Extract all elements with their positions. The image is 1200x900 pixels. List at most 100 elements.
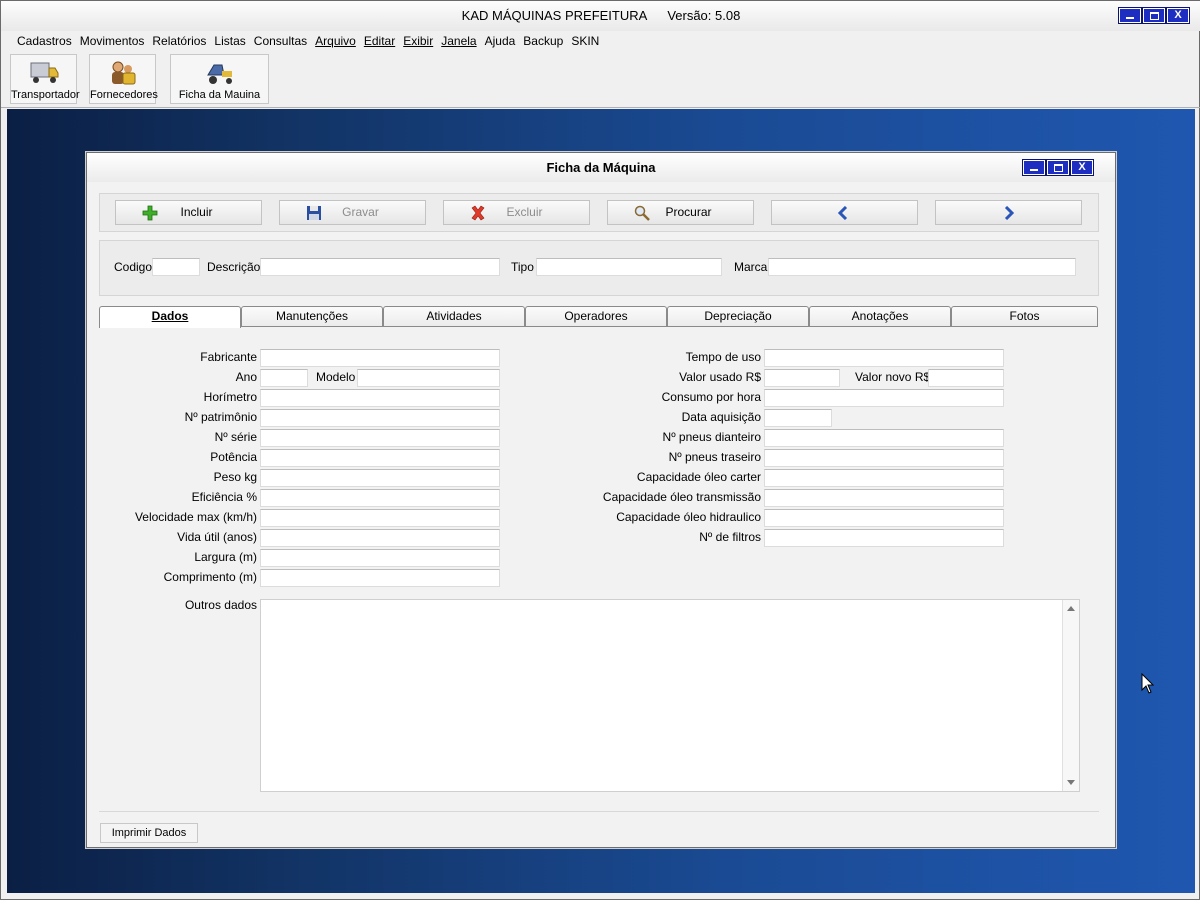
procurar-button[interactable]: Procurar [607, 200, 754, 225]
menu-consultas[interactable]: Consultas [250, 31, 311, 51]
menu-bar: Cadastros Movimentos Relatórios Listas C… [1, 31, 1200, 51]
tempo-uso-label: Tempo de uso [685, 350, 761, 364]
chevron-left-icon [837, 206, 848, 220]
header-fields-panel: Codigo Descrição Tipo Marca [99, 240, 1099, 296]
menu-relatorios[interactable]: Relatórios [148, 31, 210, 51]
tab-operadores[interactable]: Operadores [525, 306, 667, 326]
eficiencia-field[interactable] [260, 489, 500, 507]
valor-usado-label: Valor usado R$ [679, 370, 761, 384]
marca-field[interactable] [768, 258, 1076, 276]
toolbar: Transportador Fornecedores Ficha da Maui… [1, 52, 1200, 108]
maximize-button[interactable] [1142, 7, 1166, 24]
menu-cadastros[interactable]: Cadastros [13, 31, 76, 51]
child-minimize-button[interactable] [1022, 159, 1046, 176]
child-close-button[interactable]: X [1070, 159, 1094, 176]
filtros-field[interactable] [764, 529, 1004, 547]
menu-ajuda[interactable]: Ajuda [481, 31, 520, 51]
fabricante-field[interactable] [260, 349, 500, 367]
textarea-scrollbar[interactable] [1062, 600, 1079, 791]
child-title-bar: Ficha da Máquina X [87, 153, 1115, 182]
horimetro-field[interactable] [260, 389, 500, 407]
next-button[interactable] [935, 200, 1082, 225]
menu-editar[interactable]: Editar [360, 31, 399, 51]
valor-usado-field[interactable] [764, 369, 840, 387]
serie-label: Nº série [214, 430, 257, 444]
horimetro-label: Horímetro [203, 390, 257, 404]
eficiencia-label: Eficiência % [191, 490, 257, 504]
scroll-down-icon[interactable] [1067, 780, 1075, 785]
velocidade-label: Velocidade max (km/h) [134, 510, 257, 524]
menu-exibir[interactable]: Exibir [399, 31, 437, 51]
peso-field[interactable] [260, 469, 500, 487]
data-aquisicao-field[interactable] [764, 409, 832, 427]
oleo-hidraulico-field[interactable] [764, 509, 1004, 527]
vida-util-field[interactable] [260, 529, 500, 547]
incluir-button[interactable]: Incluir [115, 200, 262, 225]
previous-button[interactable] [771, 200, 918, 225]
main-window: KAD MÁQUINAS PREFEITURA Versão: 5.08 X Ca… [0, 0, 1200, 900]
menu-backup[interactable]: Backup [519, 31, 567, 51]
oleo-transmissao-field[interactable] [764, 489, 1004, 507]
consumo-label: Consumo por hora [661, 390, 761, 404]
pneus-dianteiro-field[interactable] [764, 429, 1004, 447]
incluir-label: Incluir [180, 205, 213, 219]
modelo-label: Modelo [316, 370, 356, 384]
potencia-label: Potência [210, 450, 257, 464]
ficha-maquina-button[interactable]: Ficha da Mauina [170, 54, 269, 104]
gravar-button[interactable]: Gravar [279, 200, 426, 225]
pneus-dianteiro-label: Nº pneus dianteiro [662, 430, 761, 444]
menu-skin[interactable]: SKIN [567, 31, 603, 51]
tab-atividades[interactable]: Atividades [383, 306, 525, 326]
velocidade-field[interactable] [260, 509, 500, 527]
largura-field[interactable] [260, 549, 500, 567]
outros-dados-label: Outros dados [184, 598, 257, 612]
child-maximize-button[interactable] [1046, 159, 1070, 176]
tab-depreciacao[interactable]: Depreciação [667, 306, 809, 326]
fornecedores-button[interactable]: Fornecedores [89, 54, 158, 104]
pneus-traseiro-field[interactable] [764, 449, 1004, 467]
tab-anotacoes[interactable]: Anotações [809, 306, 951, 326]
menu-janela[interactable]: Janela [437, 31, 480, 51]
people-icon [111, 61, 135, 85]
valor-novo-field[interactable] [928, 369, 1004, 387]
tab-manutencoes[interactable]: Manutenções [241, 306, 383, 326]
excluir-button[interactable]: Excluir [443, 200, 590, 225]
descricao-field[interactable] [260, 258, 500, 276]
menu-listas[interactable]: Listas [210, 31, 249, 51]
patrimonio-field[interactable] [260, 409, 500, 427]
tempo-uso-field[interactable] [764, 349, 1004, 367]
close-button[interactable]: X [1166, 7, 1190, 24]
descricao-label: Descrição [207, 260, 261, 274]
minimize-button[interactable] [1118, 7, 1142, 24]
menu-arquivo[interactable]: Arquivo [311, 31, 360, 51]
pneus-traseiro-label: Nº pneus traseiro [668, 450, 761, 464]
ano-field[interactable] [260, 369, 308, 387]
valor-novo-label: Valor novo R$ [855, 370, 931, 384]
comprimento-label: Comprimento (m) [163, 570, 257, 584]
imprimir-dados-button[interactable]: Imprimir Dados [100, 823, 198, 843]
modelo-field[interactable] [357, 369, 500, 387]
ficha-maquina-label: Ficha da Mauina [178, 89, 261, 101]
close-icon: X [1078, 161, 1086, 173]
marca-label: Marca [734, 260, 768, 274]
serie-field[interactable] [260, 429, 500, 447]
patrimonio-label: Nº patrimônio [184, 410, 257, 424]
tipo-field[interactable] [536, 258, 722, 276]
comprimento-field[interactable] [260, 569, 500, 587]
scroll-up-icon[interactable] [1067, 606, 1075, 611]
tab-dados[interactable]: Dados [99, 306, 241, 328]
transportador-button[interactable]: Transportador [10, 54, 80, 104]
outros-dados-textarea[interactable] [260, 599, 1080, 792]
tab-fotos[interactable]: Fotos [951, 306, 1098, 326]
codigo-field[interactable] [152, 258, 200, 276]
oleo-hidraulico-label: Capacidade óleo hidraulico [616, 510, 761, 524]
potencia-field[interactable] [260, 449, 500, 467]
child-window-controls: X [1022, 159, 1094, 176]
menu-movimentos[interactable]: Movimentos [76, 31, 149, 51]
footer-divider [99, 811, 1099, 812]
data-aquisicao-label: Data aquisição [681, 410, 761, 424]
oleo-carter-field[interactable] [764, 469, 1004, 487]
oleo-carter-label: Capacidade óleo carter [636, 470, 761, 484]
app-title: KAD MÁQUINAS PREFEITURA [461, 8, 648, 23]
consumo-field[interactable] [764, 389, 1004, 407]
